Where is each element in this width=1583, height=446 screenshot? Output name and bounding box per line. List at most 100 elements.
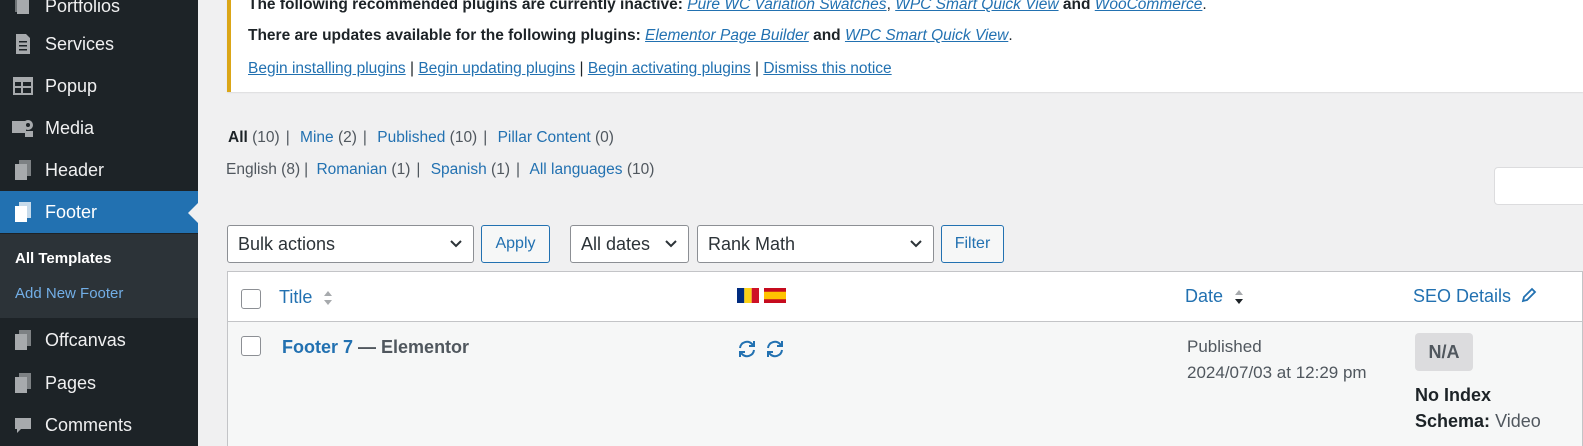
submenu-all-templates[interactable]: All Templates bbox=[15, 250, 111, 267]
pencil-icon[interactable] bbox=[1520, 286, 1538, 304]
filter-count: (10) bbox=[252, 129, 280, 146]
notice-link[interactable]: Elementor Page Builder bbox=[645, 27, 809, 44]
status-filters: All (10) | Mine (2) | Published (10) | Pill… bbox=[228, 129, 614, 146]
filter-count: (2) bbox=[337, 129, 357, 146]
sync-icon[interactable] bbox=[764, 338, 786, 360]
select-all-checkbox[interactable] bbox=[241, 289, 261, 309]
seo-header-label: SEO Details bbox=[1413, 286, 1512, 306]
admin-sidebar: Portfolios Services Popup Media Header F… bbox=[0, 0, 198, 446]
filter-count: (10) bbox=[449, 129, 478, 146]
menu-item-media[interactable]: Media bbox=[0, 107, 198, 149]
dismiss-notice-link[interactable]: Dismiss this notice bbox=[763, 60, 891, 77]
row-title: Footer 7 — Elementor bbox=[282, 337, 469, 358]
chevron-down-icon bbox=[450, 240, 462, 248]
menu-label: Offcanvas bbox=[45, 329, 126, 350]
document-icon bbox=[11, 32, 35, 56]
menu-item-services[interactable]: Services bbox=[0, 23, 198, 65]
schema-value: Video bbox=[1495, 411, 1541, 431]
filter-all-languages[interactable]: All languages bbox=[529, 161, 622, 178]
menu-label: Header bbox=[45, 159, 105, 180]
bulk-actions-value: Bulk actions bbox=[238, 233, 336, 254]
notice-link[interactable]: WPC Smart Quick View bbox=[845, 27, 1008, 44]
row-title-link[interactable]: Footer 7 bbox=[282, 337, 353, 357]
menu-item-pages[interactable]: Pages bbox=[0, 362, 198, 404]
notice-actions: Begin installing plugins | Begin updatin… bbox=[248, 60, 892, 77]
row-status: Published bbox=[1187, 337, 1262, 356]
notice-link[interactable]: WooCommerce bbox=[1095, 0, 1203, 13]
portfolio-icon bbox=[11, 0, 35, 18]
begin-activating-link[interactable]: Begin activating plugins bbox=[588, 60, 751, 77]
notice-and: and bbox=[1062, 0, 1091, 13]
begin-updating-link[interactable]: Begin updating plugins bbox=[418, 60, 575, 77]
date-header-label: Date bbox=[1185, 286, 1224, 306]
notice-link[interactable]: WPC Smart Quick View bbox=[895, 0, 1058, 13]
filter-pillar-content[interactable]: Pillar Content bbox=[498, 129, 591, 146]
menu-item-footer[interactable]: Footer bbox=[0, 191, 198, 233]
notice-updates-prefix: There are updates available for the foll… bbox=[248, 27, 641, 44]
row-checkbox[interactable] bbox=[241, 336, 261, 356]
menu-label: Popup bbox=[45, 75, 98, 96]
plugin-notice: The following recommended plugins are cu… bbox=[227, 0, 1583, 92]
chevron-down-icon bbox=[665, 240, 677, 248]
sync-icon[interactable] bbox=[736, 338, 758, 360]
chevron-down-icon bbox=[910, 240, 922, 248]
media-icon bbox=[11, 116, 35, 140]
menu-item-header[interactable]: Header bbox=[0, 149, 198, 191]
rank-math-value: Rank Math bbox=[708, 233, 796, 254]
filter-count: (1) bbox=[391, 161, 411, 178]
menu-label: Services bbox=[45, 33, 115, 54]
title-column-header[interactable]: Title bbox=[279, 287, 333, 308]
sort-desc-icon bbox=[1235, 290, 1244, 305]
search-input[interactable] bbox=[1494, 167, 1583, 205]
filter-english[interactable]: English bbox=[226, 161, 277, 178]
filter-spanish[interactable]: Spanish bbox=[431, 161, 487, 178]
filter-button[interactable]: Filter bbox=[941, 225, 1004, 263]
menu-item-popup[interactable]: Popup bbox=[0, 65, 198, 107]
rank-math-select[interactable]: Rank Math bbox=[697, 225, 934, 263]
table-icon bbox=[11, 74, 35, 98]
filter-all[interactable]: All bbox=[228, 129, 248, 146]
table-header: Title Date SEO Details bbox=[228, 272, 1582, 322]
row-index: No Index bbox=[1415, 385, 1492, 405]
filter-count: (8) bbox=[281, 161, 301, 178]
seo-column-header[interactable]: SEO Details bbox=[1413, 286, 1538, 307]
schema-label: Schema: bbox=[1415, 411, 1491, 431]
filter-romanian[interactable]: Romanian bbox=[316, 161, 387, 178]
menu-label: Media bbox=[45, 117, 95, 138]
table-row: Footer 7 — Elementor Published 2024/07/0… bbox=[228, 322, 1582, 446]
notice-inactive-prefix: The following recommended plugins are cu… bbox=[248, 0, 683, 13]
filter-count: (0) bbox=[594, 129, 614, 146]
apply-button[interactable]: Apply bbox=[481, 225, 550, 263]
sort-icon bbox=[324, 291, 333, 306]
menu-label: Comments bbox=[45, 414, 133, 435]
menu-label: Portfolios bbox=[45, 0, 121, 16]
filter-published[interactable]: Published bbox=[377, 129, 445, 146]
spain-flag-icon bbox=[764, 288, 786, 303]
begin-installing-link[interactable]: Begin installing plugins bbox=[248, 60, 406, 77]
filter-count: (1) bbox=[491, 161, 510, 178]
dates-value: All dates bbox=[581, 233, 651, 254]
menu-label: Pages bbox=[45, 372, 97, 393]
notice-link[interactable]: Pure WC Variation Swatches bbox=[687, 0, 886, 13]
filter-mine[interactable]: Mine bbox=[300, 129, 334, 146]
footer-submenu: All Templates Add New Footer bbox=[0, 234, 198, 318]
notice-updates-line: There are updates available for the foll… bbox=[248, 27, 1013, 44]
bulk-actions-select[interactable]: Bulk actions bbox=[227, 225, 474, 263]
notice-inactive-line: The following recommended plugins are cu… bbox=[248, 0, 1207, 14]
submenu-add-new-footer[interactable]: Add New Footer bbox=[15, 285, 123, 302]
filter-count: (10) bbox=[626, 161, 655, 178]
row-date: 2024/07/03 at 12:29 pm bbox=[1187, 363, 1367, 382]
menu-item-comments[interactable]: Comments bbox=[0, 404, 198, 446]
romania-flag-icon bbox=[737, 288, 759, 303]
copy-icon bbox=[11, 371, 35, 395]
notice-and: and bbox=[813, 27, 841, 44]
templates-table: Title Date SEO Details Footer 7 — Elemen… bbox=[227, 271, 1583, 446]
title-header-label: Title bbox=[279, 287, 313, 307]
copy-icon bbox=[11, 158, 35, 182]
dates-select[interactable]: All dates bbox=[570, 225, 689, 263]
copy-icon bbox=[11, 200, 35, 224]
date-column-header[interactable]: Date bbox=[1185, 286, 1244, 307]
copy-icon bbox=[11, 328, 35, 352]
menu-item-offcanvas[interactable]: Offcanvas bbox=[0, 319, 198, 361]
row-title-suffix: — Elementor bbox=[358, 337, 470, 357]
